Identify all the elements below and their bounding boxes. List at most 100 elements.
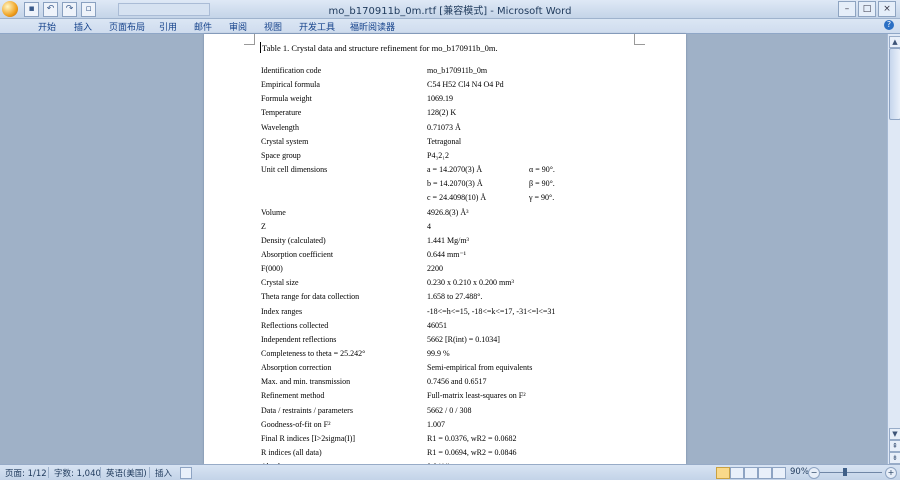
table-row: F(000) 2200: [261, 264, 671, 278]
separator: [149, 467, 150, 478]
row-label: Z: [261, 221, 266, 231]
row-label: Completeness to theta = 25.242°: [261, 349, 366, 358]
row-label: Goodness-of-fit on F²: [261, 419, 331, 429]
row-label: Wavelength: [261, 122, 300, 132]
table-row: Completeness to theta = 25.242° 99.9 %: [261, 349, 671, 363]
row-value: 4: [427, 221, 431, 231]
separator: [100, 467, 101, 478]
table-row: Volume 4926.8(3) Å³: [261, 208, 671, 222]
maximize-button[interactable]: □: [858, 1, 876, 17]
row-value: 2200: [427, 264, 443, 274]
row-label: Index ranges: [261, 306, 303, 316]
row-value: P4₃2₁2: [427, 150, 450, 160]
tab-insert[interactable]: 插入: [74, 20, 92, 33]
vertical-scrollbar[interactable]: ▲ ▼ ⇞ ⇟: [887, 34, 900, 464]
row-value: 5662 [R(int) = 0.1034]: [427, 334, 500, 344]
row-label: Temperature: [261, 108, 302, 118]
tab-review[interactable]: 审阅: [229, 20, 247, 33]
row-label: Density (calculated): [261, 235, 326, 245]
row-value: R1 = 0.0694, wR2 = 0.0846: [427, 448, 517, 458]
outline-view-icon[interactable]: [758, 467, 772, 479]
print-layout-view-icon[interactable]: [716, 467, 730, 479]
tab-home[interactable]: 开始: [38, 20, 56, 33]
draft-view-icon[interactable]: [772, 467, 786, 479]
row-label: Max. and min. transmission: [261, 377, 351, 387]
row-value: 5662 / 0 / 308: [427, 405, 472, 415]
tab-mailings[interactable]: 邮件: [194, 20, 212, 33]
close-button[interactable]: ×: [878, 1, 896, 17]
scroll-thumb[interactable]: [889, 48, 900, 120]
minimize-button[interactable]: –: [838, 1, 856, 17]
row-angle: α = 90°.: [529, 165, 555, 175]
row-label: Identification code: [261, 66, 322, 75]
table-row: Max. and min. transmission 0.7456 and 0.6…: [261, 377, 671, 391]
table-row: Z4: [261, 222, 671, 236]
tab-foxit-reader[interactable]: 福昕阅读器: [350, 20, 395, 33]
zoom-slider[interactable]: [820, 472, 882, 473]
zoom-in-icon[interactable]: +: [885, 467, 897, 479]
insert-mode[interactable]: 插入: [155, 467, 172, 479]
table-caption: Table 1. Crystal data and structure refi…: [262, 43, 498, 53]
row-angle: γ = 90°.: [529, 193, 555, 203]
table-row: Absorption correction Semi-empirical from…: [261, 363, 671, 377]
table-row: Goodness-of-fit on F² 1.007: [261, 420, 671, 434]
row-value: b = 14.2070(3) Å: [427, 179, 483, 189]
tab-view[interactable]: 视图: [264, 20, 282, 33]
ribbon-tabs: 开始 插入 页面布局 引用 邮件 审阅 视图 开发工具 福昕阅读器 ?: [0, 19, 900, 34]
row-value: 1.658 to 27.488°.: [427, 292, 483, 302]
table-row: Reflections collected 46051: [261, 321, 671, 335]
row-label: Absorption correction: [261, 363, 332, 373]
row-value: 99.9 %: [427, 349, 450, 358]
table-row: Space group P4₃2₁2: [261, 151, 671, 165]
tab-references[interactable]: 引用: [159, 20, 177, 33]
status-bar: 页面: 1/12 字数: 1,040 英语(美国) 插入 90% − +: [0, 464, 900, 480]
language-indicator[interactable]: 英语(美国): [106, 467, 147, 479]
row-value: 1069.19: [427, 94, 453, 104]
row-angle: β = 90°.: [529, 179, 555, 189]
row-value: 0.71073 Å: [427, 122, 461, 132]
row-value: 128(2) K: [427, 108, 457, 118]
zoom-out-icon[interactable]: −: [808, 467, 820, 479]
page-count[interactable]: 页面: 1/12: [5, 467, 47, 479]
scroll-down-icon[interactable]: ▼: [889, 428, 900, 440]
zoom-level[interactable]: 90%: [790, 467, 809, 477]
document-page[interactable]: Table 1. Crystal data and structure refi…: [204, 34, 686, 464]
table-row: Data / restraints / parameters 5662 / 0 /…: [261, 406, 671, 420]
table-row: R indices (all data) R1 = 0.0694, wR2 = 0…: [261, 448, 671, 462]
row-value: R1 = 0.0376, wR2 = 0.0682: [427, 433, 517, 443]
macro-record-icon[interactable]: [180, 467, 192, 479]
tab-page-layout[interactable]: 页面布局: [109, 20, 145, 33]
help-icon[interactable]: ?: [884, 20, 894, 30]
table-row: Independent reflections 5662 [R(int) = 0.…: [261, 335, 671, 349]
row-value: 0.230 x 0.210 x 0.200 mm³: [427, 278, 514, 288]
scroll-up-icon[interactable]: ▲: [889, 36, 900, 48]
web-layout-icon[interactable]: [744, 467, 758, 479]
tab-developer[interactable]: 开发工具: [299, 20, 335, 33]
row-label: Unit cell dimensions: [261, 165, 328, 175]
previous-page-icon[interactable]: ⇞: [889, 440, 900, 452]
next-page-icon[interactable]: ⇟: [889, 452, 900, 464]
row-label: Crystal size: [261, 278, 299, 288]
title-bar: ▪ ↶ ↷ ▫ mo_b170911b_0m.rtf [兼容模式] - Micr…: [0, 0, 900, 19]
word-count[interactable]: 字数: 1,040: [54, 467, 101, 479]
table-row: Temperature 128(2) K: [261, 108, 671, 122]
window-title: mo_b170911b_0m.rtf [兼容模式] - Microsoft Wo…: [328, 6, 572, 17]
row-value: c = 24.4098(10) Å: [427, 193, 487, 203]
row-value: 1.441 Mg/m³: [427, 235, 469, 245]
table-row: Empirical formula C54 H52 Cl4 N4 O4 Pd: [261, 80, 671, 94]
document-area: Table 1. Crystal data and structure refi…: [0, 34, 887, 464]
row-value: C54 H52 Cl4 N4 O4 Pd: [427, 80, 504, 90]
row-label: F(000): [261, 264, 283, 274]
table-row: Wavelength 0.71073 Å: [261, 123, 671, 137]
row-value: 0.644 mm⁻¹: [427, 249, 467, 259]
zoom-slider-thumb[interactable]: [843, 468, 847, 476]
table-row: Formula weight 1069.19: [261, 94, 671, 108]
table-row: Index ranges -18<=h<=15, -18<=k<=17, -31<…: [261, 307, 671, 321]
row-label: Crystal system: [261, 136, 309, 146]
row-value: 0.7456 and 0.6517: [427, 377, 487, 387]
row-value: Full-matrix least-squares on F²: [427, 391, 526, 401]
crop-mark-left: [244, 34, 255, 45]
full-screen-reading-icon[interactable]: [730, 467, 744, 479]
table-row: b = 14.2070(3) Å β = 90°.: [261, 179, 671, 193]
window-controls: – □ ×: [838, 1, 896, 17]
